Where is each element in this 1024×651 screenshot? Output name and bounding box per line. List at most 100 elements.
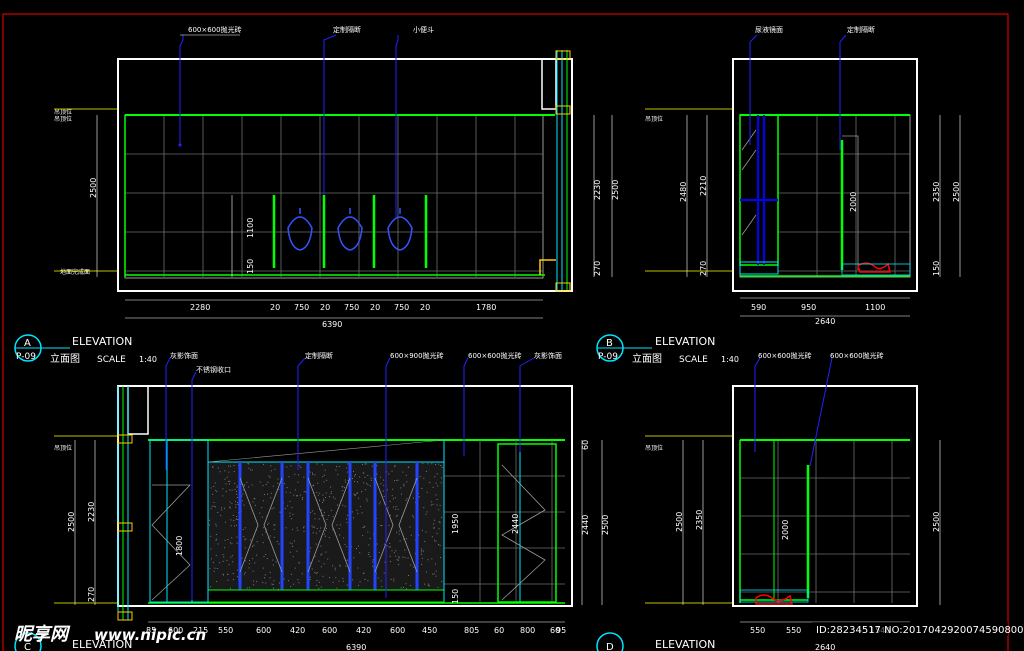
- stone-speck: [431, 463, 433, 465]
- stone-speck: [353, 470, 354, 472]
- annotation-c-3: 定制隔断: [305, 351, 333, 360]
- stone-speck: [421, 550, 422, 551]
- title-a-scale: 1:40: [139, 355, 157, 364]
- view-d-leaders: [754, 357, 833, 467]
- stone-speck: [379, 501, 381, 503]
- stone-speck: [243, 573, 245, 575]
- stone-speck: [290, 518, 292, 520]
- stone-speck: [429, 482, 431, 483]
- stone-speck: [243, 504, 245, 506]
- stone-speck: [405, 499, 407, 501]
- stone-speck: [357, 567, 359, 569]
- stone-speck: [427, 585, 429, 587]
- stone-speck: [215, 489, 217, 491]
- hdim-label: 20: [420, 303, 430, 312]
- stone-speck: [435, 575, 437, 577]
- stone-speck: [427, 559, 429, 561]
- stone-speck: [263, 494, 265, 495]
- stone-speck: [215, 523, 217, 525]
- annotation-a-3: 小便斗: [413, 25, 434, 34]
- stone-speck: [407, 466, 409, 468]
- stone-speck: [322, 494, 324, 496]
- stone-speck: [236, 497, 238, 498]
- stone-speck: [242, 528, 244, 530]
- stone-speck: [368, 552, 370, 554]
- stone-speck: [323, 498, 325, 500]
- stone-speck: [436, 504, 438, 506]
- stone-speck: [323, 481, 325, 483]
- stone-speck: [215, 534, 217, 535]
- stone-speck: [353, 557, 355, 559]
- view-a-tile-grid: [125, 115, 543, 277]
- stone-speck: [347, 463, 349, 465]
- stone-speck: [262, 542, 264, 544]
- stone-speck: [273, 536, 275, 538]
- stone-speck: [303, 491, 305, 493]
- stone-speck: [314, 518, 316, 520]
- stone-speck: [263, 556, 265, 558]
- stone-speck: [389, 500, 391, 502]
- stone-speck: [213, 502, 215, 503]
- stone-speck: [234, 488, 236, 490]
- stone-speck: [339, 565, 341, 567]
- stone-speck: [391, 470, 393, 472]
- stone-speck: [371, 561, 373, 563]
- stone-speck: [217, 512, 219, 513]
- stone-speck: [289, 515, 291, 517]
- stone-speck: [261, 507, 263, 509]
- stone-speck: [265, 484, 267, 485]
- stone-speck: [303, 527, 305, 529]
- stone-speck: [320, 515, 322, 517]
- title-a-id: A: [24, 338, 31, 349]
- view-d-frame: [732, 385, 918, 607]
- stone-speck: [248, 587, 250, 589]
- annotation-b-2: 定制隔断: [847, 25, 875, 34]
- stone-speck: [435, 540, 437, 542]
- stone-speck: [259, 481, 261, 483]
- view-a: 600×600抛光砖 定制隔断 小便斗 吊顶位 吊顶位 地面完成面 2500 1…: [54, 25, 620, 329]
- stone-speck: [217, 467, 219, 469]
- stone-speck: [355, 473, 356, 475]
- stone-speck: [412, 497, 414, 499]
- stone-speck: [324, 469, 326, 471]
- stone-speck: [288, 476, 290, 478]
- vdim-c-4: 1800: [175, 536, 184, 556]
- annotation-d-2: 600×600抛光砖: [830, 351, 884, 360]
- stone-speck: [434, 476, 436, 478]
- stone-speck: [431, 536, 433, 538]
- stone-speck: [285, 527, 287, 529]
- hdim-label: 20: [320, 303, 330, 312]
- stone-speck: [323, 500, 325, 501]
- stone-speck: [386, 545, 388, 547]
- stone-speck: [248, 467, 250, 469]
- stone-speck: [319, 530, 321, 532]
- stone-speck: [244, 560, 246, 562]
- mirror-hatch-3: [741, 214, 757, 236]
- stone-speck: [382, 479, 384, 481]
- stone-speck: [215, 538, 217, 540]
- hdim-label: 750: [394, 303, 409, 312]
- stone-speck: [264, 577, 265, 579]
- view-c-cap-top: [117, 434, 133, 444]
- stone-speck: [421, 487, 423, 489]
- stone-speck: [393, 552, 395, 554]
- stone-speck: [351, 511, 353, 513]
- stone-speck: [405, 583, 407, 585]
- stone-speck: [262, 485, 264, 487]
- stone-speck: [303, 476, 305, 478]
- stone-speck: [398, 530, 400, 532]
- stone-speck: [397, 508, 399, 510]
- stone-speck: [286, 466, 288, 468]
- vdim-d-3: 2000: [781, 520, 790, 540]
- stone-speck: [235, 504, 237, 506]
- stone-speck: [236, 536, 238, 538]
- stone-speck: [262, 567, 264, 569]
- stone-speck: [228, 564, 230, 566]
- stone-speck: [272, 564, 274, 566]
- stone-speck: [431, 501, 433, 503]
- stone-speck: [358, 545, 360, 547]
- stone-speck: [421, 553, 423, 555]
- stone-speck: [231, 537, 233, 539]
- stone-speck: [435, 563, 436, 565]
- stone-speck: [330, 486, 332, 488]
